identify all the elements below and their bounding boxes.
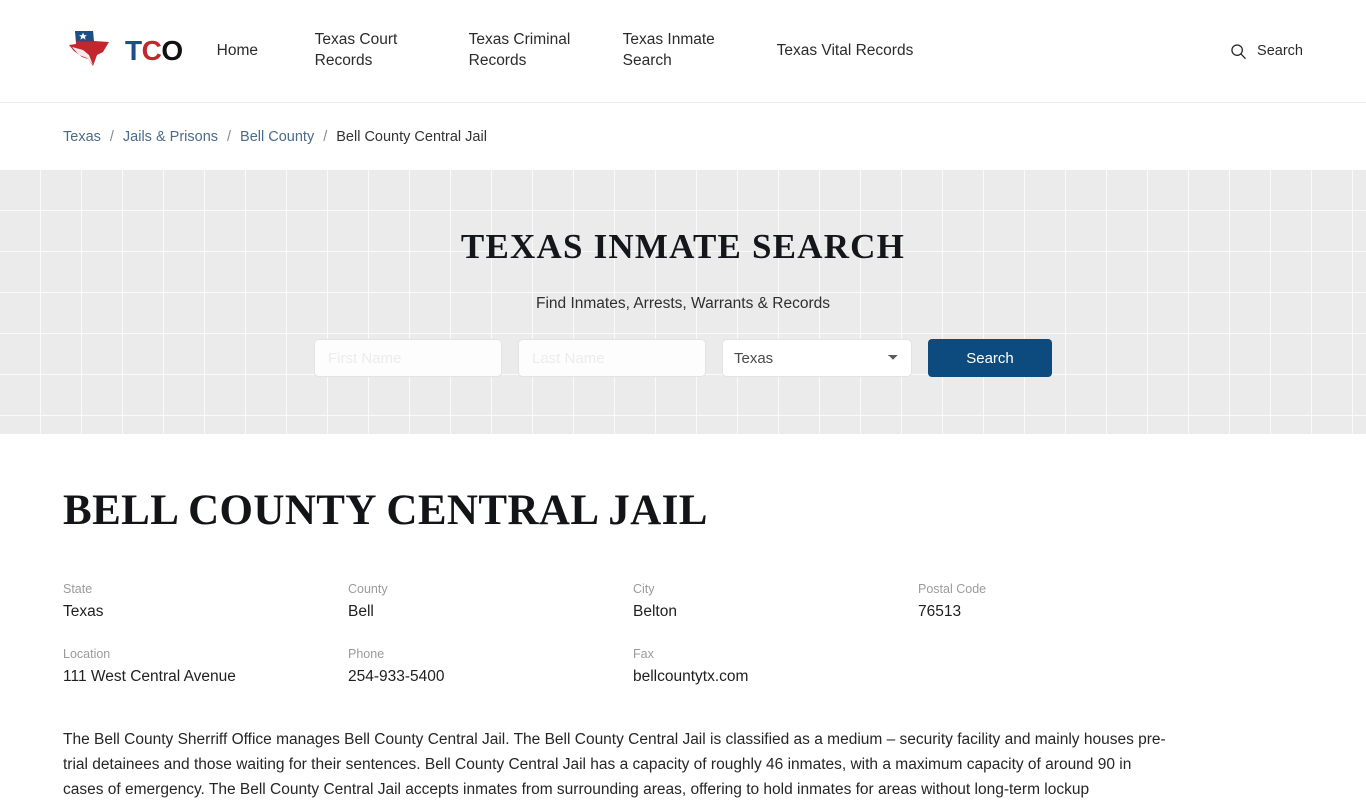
breadcrumb-separator: / [109,128,114,145]
breadcrumb: Texas / Jails & Prisons / Bell County / … [63,129,1303,145]
state-select[interactable]: Texas [722,339,912,377]
info-label: Phone [348,646,385,661]
nav-item-home[interactable]: Home [217,41,315,62]
header-search-toggle[interactable]: Search [1230,43,1303,60]
brand-letter-o: O [161,35,183,66]
info-label: City [633,582,655,597]
breadcrumb-separator: / [227,128,232,145]
info-field-state: State Texas [63,580,348,623]
header-search-label: Search [1257,43,1303,59]
breadcrumb-item-current: Bell County Central Jail [336,128,487,145]
facility-info-grid: State Texas County Bell City Belton Post… [63,580,1303,687]
info-value: 254-933-5400 [348,667,445,685]
nav-item-texas-court-records[interactable]: Texas Court Records [315,30,469,72]
breadcrumb-item-jails-prisons[interactable]: Jails & Prisons [123,129,218,145]
info-value: 111 West Central Avenue [63,667,236,685]
nav-item-texas-vital-records[interactable]: Texas Vital Records [777,41,931,62]
brand-letter-t: T [125,35,142,66]
hero-subtitle: Find Inmates, Arrests, Warrants & Record… [535,295,830,312]
breadcrumb-item-texas[interactable]: Texas [63,129,101,145]
texas-state-logo-icon [63,28,119,75]
nav-item-texas-criminal-records[interactable]: Texas Criminal Records [469,30,623,72]
info-label: County [348,582,388,597]
info-label: Postal Code [918,582,987,597]
main-navigation: Home Texas Court Records Texas Criminal … [217,30,1224,72]
search-icon [1230,43,1247,60]
info-value: 76513 [918,602,962,620]
first-name-input[interactable] [314,339,502,377]
info-value: bellcountytx.com [633,667,749,685]
brand-wordmark: TCO [125,37,183,65]
info-field-empty [918,645,1203,688]
info-label: State [63,582,93,597]
facility-description: The Bell County Sherriff Office manages … [63,731,1166,799]
breadcrumb-item-bell-county[interactable]: Bell County [240,129,314,145]
info-field-location: Location 111 West Central Avenue [63,645,348,688]
info-field-postal-code: Postal Code 76513 [918,580,1203,623]
hero-search-section: TEXAS INMATE SEARCH Find Inmates, Arrest… [0,170,1366,434]
breadcrumb-separator: / [323,128,328,145]
info-value: Belton [633,602,677,620]
info-field-fax: Fax bellcountytx.com [633,645,918,688]
site-logo-link[interactable]: TCO [63,28,183,75]
site-header: TCO Home Texas Court Records Texas Crimi… [0,0,1366,103]
info-label: Fax [633,646,654,661]
info-value: Bell [348,602,374,620]
hero-title: TEXAS INMATE SEARCH [460,227,906,266]
inmate-search-form: Texas Search [314,339,1052,377]
main-content: BELL COUNTY CENTRAL JAIL State Texas Cou… [63,434,1303,802]
search-submit-button[interactable]: Search [928,339,1052,377]
last-name-input[interactable] [518,339,706,377]
info-label: Location [63,646,111,661]
info-value: Texas [63,602,104,620]
page-title: BELL COUNTY CENTRAL JAIL [63,487,708,534]
nav-item-texas-inmate-search[interactable]: Texas Inmate Search [623,30,777,72]
header-inner: TCO Home Texas Court Records Texas Crimi… [63,0,1303,102]
brand-letter-c: C [141,35,162,66]
info-field-phone: Phone 254-933-5400 [348,645,633,688]
breadcrumb-bar: Texas / Jails & Prisons / Bell County / … [0,103,1366,170]
info-field-city: City Belton [633,580,918,623]
info-field-county: County Bell [348,580,633,623]
